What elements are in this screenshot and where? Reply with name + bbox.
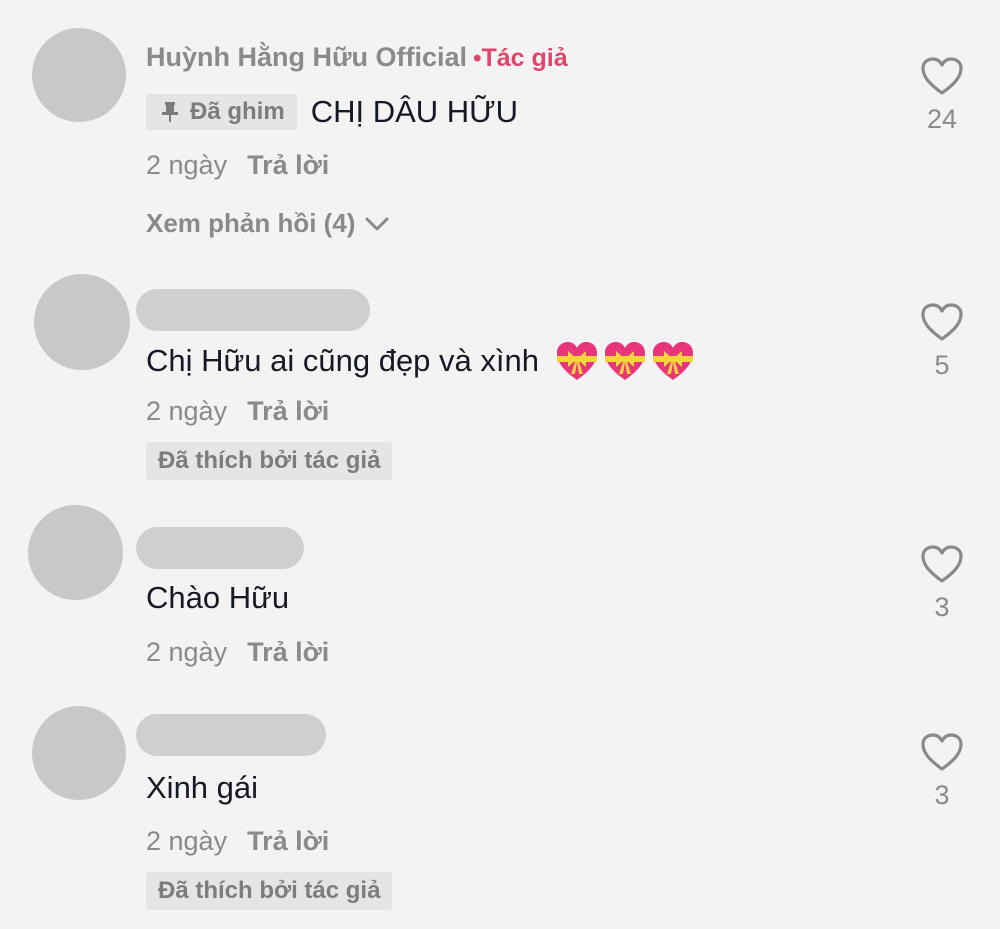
avatar[interactable] bbox=[28, 505, 123, 600]
liked-by-author-badge: Đã thích bởi tác giả bbox=[146, 872, 393, 910]
comment-text: Xinh gái bbox=[146, 770, 259, 805]
username-text[interactable]: Huỳnh Hằng Hữu Official bbox=[146, 42, 467, 72]
reply-button[interactable]: Trả lời bbox=[247, 637, 329, 667]
reply-button[interactable]: Trả lời bbox=[247, 150, 329, 180]
comment-text-row: Chào Hữu bbox=[146, 580, 289, 616]
heart-icon[interactable] bbox=[920, 544, 964, 584]
like-button[interactable]: 3 bbox=[910, 732, 974, 811]
like-button[interactable]: 3 bbox=[910, 544, 974, 623]
comment-text: Chào Hữu bbox=[146, 580, 290, 615]
like-count: 3 bbox=[934, 592, 950, 622]
comment-meta: 2 ngày Trả lời bbox=[146, 637, 329, 668]
comment-item: Huỳnh Hằng Hữu Official •Tác giả Đã ghim … bbox=[0, 0, 1000, 260]
comment-time: 2 ngày bbox=[146, 396, 228, 426]
comment-item: Chào Hữu 2 ngày Trả lời 3 bbox=[0, 500, 1000, 700]
reply-button[interactable]: Trả lời bbox=[247, 826, 329, 856]
author-tag: Tác giả bbox=[481, 44, 568, 72]
heart-with-ribbon-icon bbox=[556, 342, 597, 380]
comment-text-row: Chị Hữu ai cũng đẹp và xình bbox=[146, 340, 695, 382]
view-replies-label[interactable]: Xem phản hồi (4) bbox=[146, 208, 355, 239]
like-count: 24 bbox=[926, 104, 958, 134]
comment-time: 2 ngày bbox=[146, 826, 228, 856]
comment-text-row: Đã ghim CHỊ DÂU HỮU bbox=[146, 94, 518, 130]
comment-meta: 2 ngày Trả lời bbox=[146, 396, 329, 427]
comment-username[interactable]: Huỳnh Hằng Hữu Official •Tác giả bbox=[146, 42, 568, 73]
comment-item: Xinh gái 2 ngày Trả lời Đã thích bởi tác … bbox=[0, 700, 1000, 929]
heart-icon[interactable] bbox=[920, 302, 964, 342]
comment-item: Chị Hữu ai cũng đẹp và xình 2 ngày Trả l… bbox=[0, 260, 1000, 500]
like-button[interactable]: 24 bbox=[910, 56, 974, 135]
heart-with-ribbon-icon bbox=[604, 342, 645, 380]
username-redacted[interactable] bbox=[136, 289, 370, 331]
avatar[interactable] bbox=[32, 706, 126, 800]
heart-with-ribbon-icon bbox=[652, 342, 693, 380]
comment-text: Chị Hữu ai cũng đẹp và xình bbox=[146, 343, 539, 378]
comment-time: 2 ngày bbox=[146, 150, 228, 180]
pinned-label: Đã ghim bbox=[190, 98, 285, 125]
comment-text: CHỊ DÂU HỮU bbox=[310, 94, 518, 129]
comment-meta: 2 ngày Trả lời bbox=[146, 150, 329, 181]
chevron-down-icon[interactable] bbox=[365, 216, 389, 232]
view-replies-button[interactable]: Xem phản hồi (4) bbox=[146, 208, 389, 239]
liked-by-author-badge: Đã thích bởi tác giả bbox=[146, 442, 393, 480]
pinned-badge: Đã ghim bbox=[146, 94, 297, 130]
username-redacted[interactable] bbox=[136, 527, 304, 569]
comment-meta: 2 ngày Trả lời bbox=[146, 826, 329, 857]
avatar[interactable] bbox=[32, 28, 126, 122]
avatar[interactable] bbox=[34, 274, 130, 370]
like-count: 5 bbox=[934, 350, 950, 380]
like-button[interactable]: 5 bbox=[910, 302, 974, 381]
reply-button[interactable]: Trả lời bbox=[247, 396, 329, 426]
comment-text-row: Xinh gái bbox=[146, 770, 258, 806]
heart-icon[interactable] bbox=[920, 732, 964, 772]
username-redacted[interactable] bbox=[136, 714, 326, 756]
heart-icon[interactable] bbox=[920, 56, 964, 96]
comment-time: 2 ngày bbox=[146, 637, 228, 667]
like-count: 3 bbox=[934, 780, 950, 810]
pin-icon bbox=[162, 102, 178, 122]
